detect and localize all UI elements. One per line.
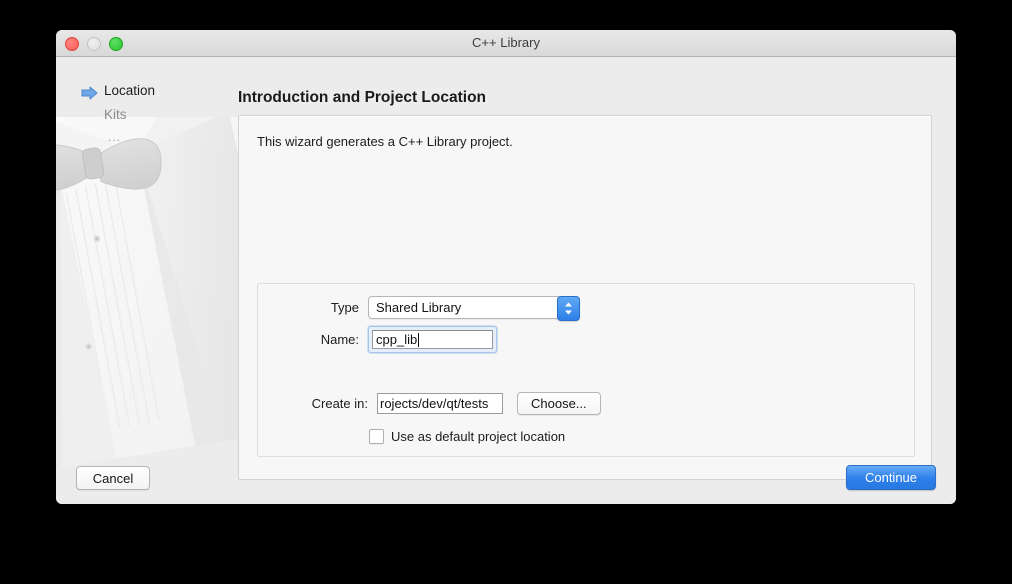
page-title: Introduction and Project Location — [238, 89, 486, 106]
sidebar-item-kits[interactable]: Kits — [56, 103, 236, 127]
default-location-checkbox-group[interactable]: Use as default project location — [369, 429, 565, 444]
sidebar-more-indicator: ... — [108, 130, 122, 144]
type-combobox-value: Shared Library — [376, 300, 462, 315]
type-label: Type — [330, 300, 359, 315]
type-combobox[interactable]: Shared Library — [368, 296, 580, 321]
sidebar-item-label-kits: Kits — [104, 107, 127, 122]
window-titlebar[interactable]: C++ Library — [56, 30, 956, 57]
wizard-body: Location Kits ... Introduction and Proje… — [56, 57, 956, 504]
create-in-value: rojects/dev/qt/tests — [380, 396, 489, 411]
choose-directory-button[interactable]: Choose... — [517, 392, 601, 415]
stepper-updown-icon[interactable] — [557, 296, 580, 321]
window-title: C++ Library — [472, 35, 540, 50]
type-row: Type Shared Library — [279, 296, 580, 321]
right-arrow-icon — [81, 84, 98, 100]
project-location-groupbox: Type Shared Library Name: cpp_lib Create… — [257, 283, 915, 457]
wizard-window: C++ Library Location Kits ... Introducti… — [56, 30, 956, 504]
cancel-button[interactable]: Cancel — [76, 466, 150, 490]
default-location-row: Use as default project location — [258, 429, 565, 444]
continue-button[interactable]: Continue — [846, 465, 936, 490]
name-input-focus-ring: cpp_lib — [368, 326, 497, 353]
name-label: Name: — [320, 332, 359, 347]
create-in-row: Create in: rojects/dev/qt/tests Choose..… — [258, 392, 601, 415]
create-in-label: Create in: — [311, 396, 368, 411]
name-input-value: cpp_lib — [376, 332, 418, 347]
default-location-checkbox[interactable] — [369, 429, 384, 444]
text-caret — [418, 332, 420, 347]
wizard-sidebar: Location Kits ... — [56, 57, 236, 147]
name-input[interactable]: cpp_lib — [372, 330, 493, 349]
sidebar-item-label-location: Location — [104, 83, 156, 98]
name-row: Name: cpp_lib — [279, 326, 497, 353]
create-in-input[interactable]: rojects/dev/qt/tests — [377, 393, 503, 414]
intro-description: This wizard generates a C++ Library proj… — [257, 134, 513, 149]
wizard-content-panel: This wizard generates a C++ Library proj… — [238, 115, 932, 480]
sidebar-item-location[interactable]: Location — [56, 79, 236, 103]
default-location-label: Use as default project location — [391, 429, 566, 444]
